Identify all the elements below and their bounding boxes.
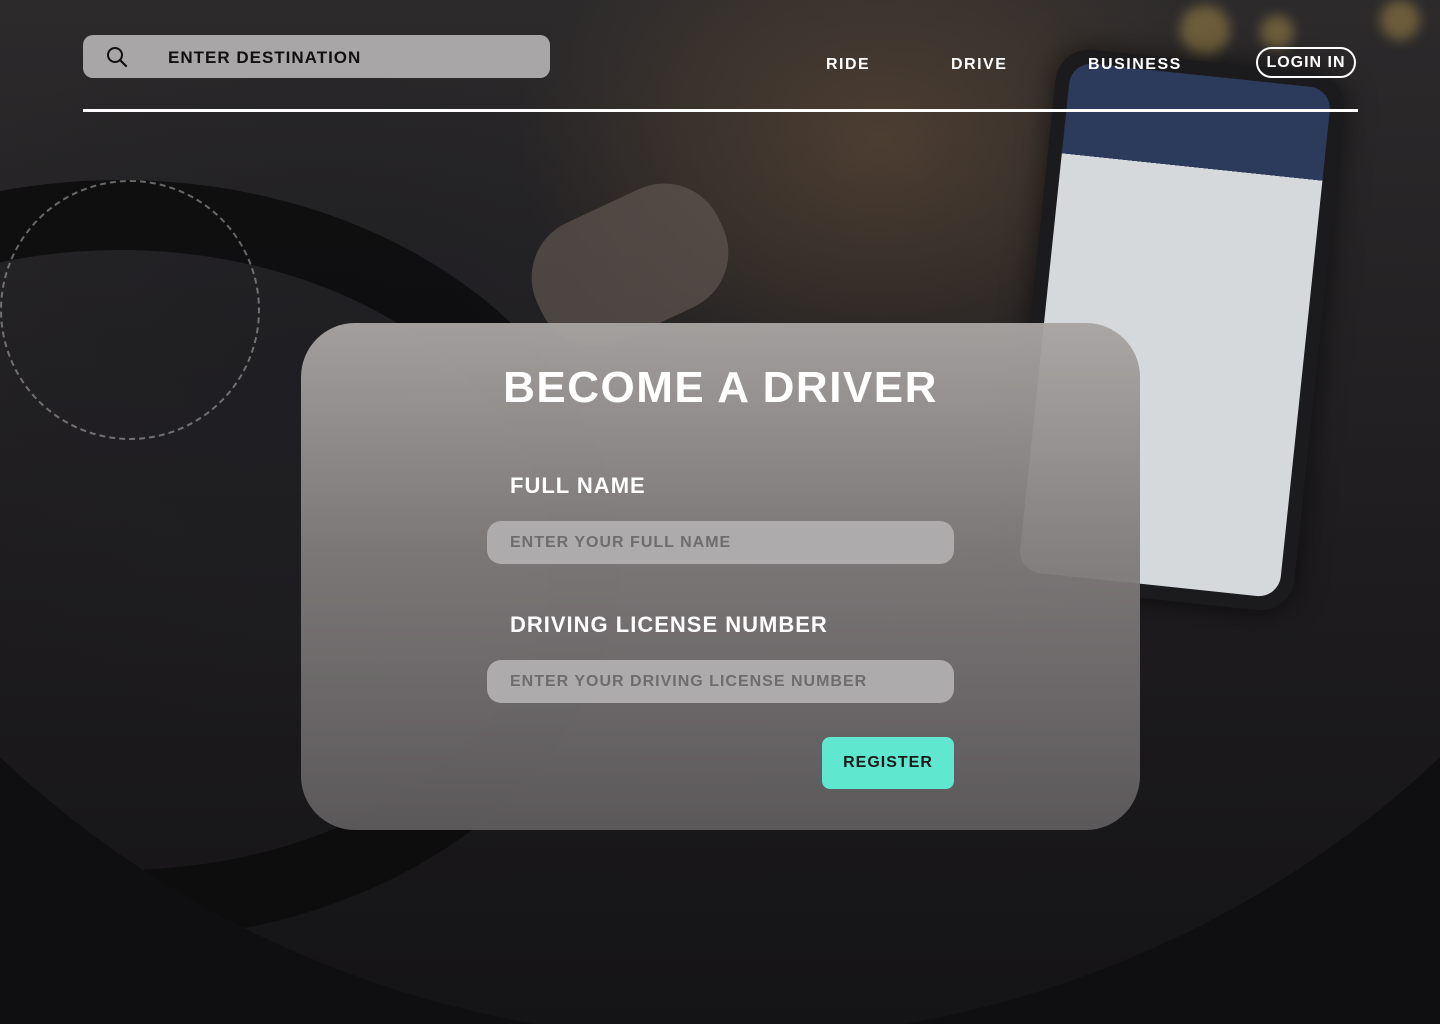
search-icon[interactable] <box>105 45 129 69</box>
nav-drive-link[interactable]: DRIVE <box>951 56 1007 74</box>
register-button[interactable]: REGISTER <box>822 737 954 789</box>
full-name-input[interactable] <box>487 521 954 564</box>
nav-business-link[interactable]: BUSINESS <box>1088 56 1182 74</box>
driver-registration-card: BECOME A DRIVER FULL NAME DRIVING LICENS… <box>301 323 1140 830</box>
nav-ride-link[interactable]: RIDE <box>826 56 870 74</box>
page-title: BECOME A DRIVER <box>503 363 938 412</box>
login-button[interactable]: LOGIN IN <box>1256 47 1356 78</box>
full-name-label: FULL NAME <box>510 473 646 498</box>
destination-search-bar[interactable]: ENTER DESTINATION <box>83 35 550 78</box>
header-divider <box>83 109 1358 112</box>
destination-search-input[interactable]: ENTER DESTINATION <box>168 48 361 68</box>
license-number-label: DRIVING LICENSE NUMBER <box>510 612 828 637</box>
license-number-input[interactable] <box>487 660 954 703</box>
